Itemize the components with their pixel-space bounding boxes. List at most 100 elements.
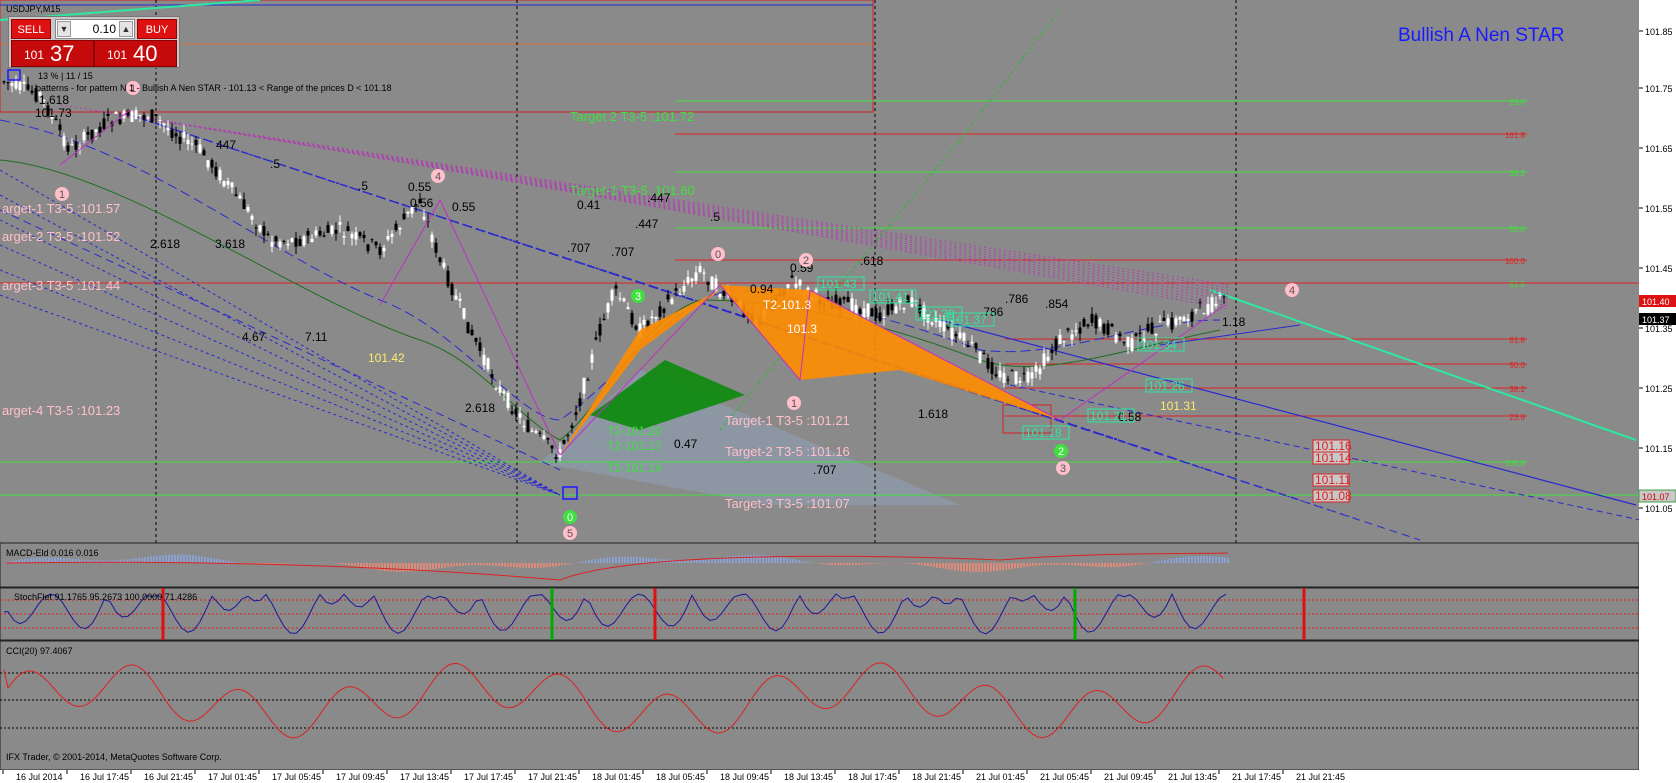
bull-candle	[938, 320, 942, 328]
macd-bar	[744, 555, 746, 563]
bull-candle	[1018, 380, 1022, 383]
macd-bar	[210, 557, 212, 563]
macd-bar	[567, 563, 569, 565]
macd-bar	[522, 563, 524, 568]
bear-candle	[394, 223, 398, 230]
bear-candle	[118, 119, 122, 125]
macd-bar	[498, 563, 500, 567]
bear-candle	[74, 141, 78, 150]
macd-bar	[1134, 563, 1136, 566]
macd-bar	[534, 563, 536, 568]
time-axis-label: 18 Jul 05:45	[656, 772, 705, 782]
macd-bar	[954, 563, 956, 571]
macd-bar	[510, 563, 512, 568]
macd-bar	[162, 555, 164, 563]
lot-size-value[interactable]: 0.10	[74, 20, 116, 38]
time-axis-label: 18 Jul 13:45	[784, 772, 833, 782]
bull-candle	[626, 307, 630, 310]
bull-candle	[330, 225, 334, 234]
macd-bar	[585, 560, 587, 563]
macd-bar	[309, 562, 311, 563]
macd-bar	[1122, 563, 1124, 567]
bid-price-prefix: 101	[24, 48, 45, 62]
ask-price-button[interactable]: 101 40	[94, 40, 177, 67]
fib-ratio-label: 0.41	[577, 198, 601, 212]
bear-candle	[366, 244, 370, 252]
macd-bar	[438, 563, 440, 569]
target-label: Target-1 T3-5 :101.60	[570, 183, 695, 198]
fib-level-label: 50.0	[1509, 361, 1525, 370]
bear-candle	[378, 246, 382, 256]
lot-increase-icon[interactable]: ▲	[119, 21, 133, 37]
macd-bar	[456, 563, 458, 567]
bull-candle	[390, 233, 394, 237]
fib-level-label: 23.6	[1509, 98, 1525, 107]
bull-candle	[650, 316, 654, 319]
macd-bar	[561, 563, 563, 566]
bear-candle	[194, 140, 198, 146]
fib-level-label: 38.2	[1509, 169, 1525, 178]
macd-bar	[543, 563, 545, 568]
fib-ratio-label: .447	[635, 217, 659, 231]
macd-bar	[624, 556, 626, 563]
macd-bar	[1176, 557, 1178, 563]
macd-bar	[564, 563, 566, 565]
lot-decrease-icon[interactable]: ▼	[57, 21, 71, 37]
sell-button[interactable]: SELL	[11, 19, 51, 39]
macd-bar	[1020, 563, 1022, 568]
fib-ratio-label: 0.55	[408, 180, 432, 194]
bull-candle	[286, 243, 290, 246]
macd-bar	[1089, 563, 1091, 567]
bear-candle	[262, 226, 266, 236]
price-axis-label: 101.15	[1645, 444, 1673, 454]
bear-candle	[890, 303, 894, 311]
macd-bar	[387, 563, 389, 572]
macd-bar	[1128, 563, 1130, 567]
bear-candle	[446, 270, 450, 287]
macd-bar	[594, 559, 596, 563]
bear-candle	[1106, 323, 1110, 335]
bid-price-pips: 37	[50, 41, 75, 66]
bull-candle	[246, 207, 250, 212]
bull-candle	[186, 139, 190, 145]
macd-bar	[378, 563, 380, 571]
macd-bar	[837, 563, 839, 566]
macd-bar	[696, 559, 698, 563]
macd-bar	[507, 563, 509, 567]
macd-bar	[165, 554, 167, 563]
macd-bar	[1155, 561, 1157, 563]
bear-candle	[674, 288, 678, 291]
buy-button[interactable]: BUY	[137, 19, 177, 39]
macd-bar	[201, 556, 203, 563]
macd-bar	[732, 556, 734, 563]
bear-candle	[666, 294, 670, 300]
macd-bar	[318, 562, 320, 563]
bull-candle	[114, 111, 118, 114]
macd-bar	[315, 562, 317, 563]
bull-candle	[430, 234, 434, 242]
bull-candle	[1046, 356, 1050, 361]
macd-bar	[1005, 563, 1007, 570]
macd-bar	[702, 559, 704, 563]
macd-bar	[1029, 563, 1031, 567]
macd-bar	[789, 558, 791, 563]
bull-candle	[190, 143, 194, 145]
bull-candle	[482, 354, 486, 366]
chart-canvas[interactable]: 23.6161.838.250.0100.061.861.850.038.223…	[0, 0, 1676, 783]
macd-bar	[618, 556, 620, 563]
bear-candle	[490, 374, 494, 379]
bull-candle	[502, 391, 506, 394]
macd-bar	[225, 560, 227, 563]
bull-candle	[270, 241, 274, 247]
bear-candle	[538, 432, 542, 434]
macd-bar	[915, 563, 917, 565]
price-tag: T2-101.14	[607, 461, 662, 475]
bear-candle	[790, 275, 794, 278]
macd-bar	[513, 563, 515, 568]
fib-ratio-label: 3.618	[215, 237, 245, 251]
bid-price-button[interactable]: 101 37	[11, 40, 94, 67]
macd-bar	[855, 563, 857, 565]
price-axis-label: 101.45	[1645, 264, 1673, 274]
lot-size-field[interactable]: ▼ 0.10 ▲	[55, 19, 135, 39]
macd-bar	[462, 563, 464, 566]
